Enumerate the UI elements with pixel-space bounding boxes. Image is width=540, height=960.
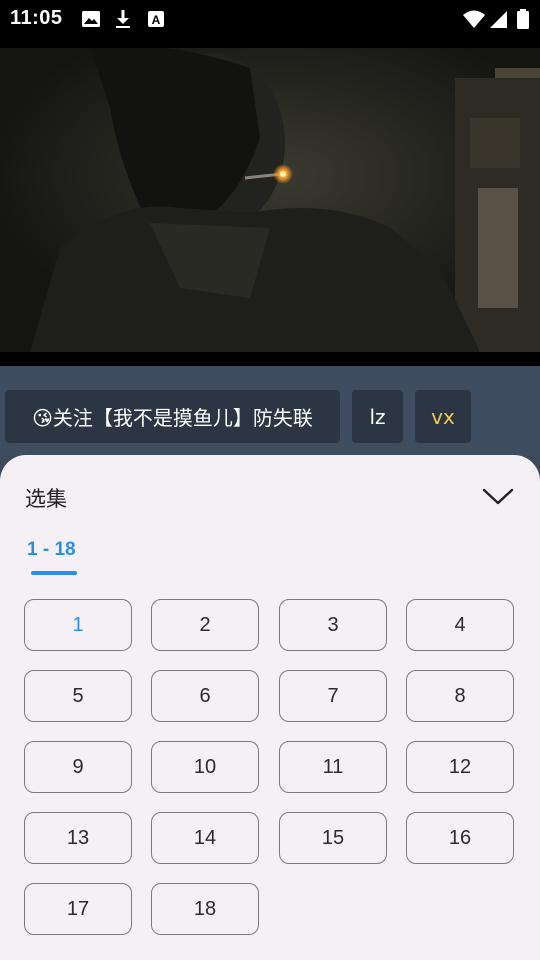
channel-chip-row: 😘关注【我不是摸鱼儿】防失联 lz vx [0,366,540,456]
download-icon [116,10,130,28]
video-player[interactable] [0,48,540,352]
status-time: 11:05 [10,7,63,29]
wifi-icon [463,10,485,28]
follow-chip-label: 😘关注【我不是摸鱼儿】防失联 [32,406,313,430]
chevron-down-icon[interactable] [480,483,516,509]
episode-button[interactable]: 6 [151,670,259,722]
episode-button[interactable]: 18 [151,883,259,935]
vx-chip-label: vx [431,404,455,429]
episode-button[interactable]: 2 [151,599,259,651]
episode-button[interactable]: 1 [24,599,132,651]
vx-chip[interactable]: vx [415,390,471,443]
image-icon [82,11,100,27]
follow-chip[interactable]: 😘关注【我不是摸鱼儿】防失联 [5,390,340,443]
episode-button[interactable]: 14 [151,812,259,864]
video-frame-image [0,48,540,352]
episode-button[interactable]: 17 [24,883,132,935]
video-letterbox [0,352,540,366]
episode-sheet: 选集 1 - 18 1 2 3 4 5 6 7 8 9 10 11 12 13 14 15 16 17 18 [0,455,540,960]
episode-button[interactable]: 11 [279,741,387,793]
episode-button[interactable]: 13 [24,812,132,864]
lz-chip-label: lz [369,404,386,429]
tab-indicator [31,571,77,575]
tab-range-1-18[interactable]: 1 - 18 [27,539,76,561]
episode-button[interactable]: 10 [151,741,259,793]
signal-icon [490,11,507,28]
episode-button[interactable]: 12 [406,741,514,793]
episode-button[interactable]: 3 [279,599,387,651]
episode-button[interactable]: 15 [279,812,387,864]
svg-text:A: A [152,13,161,27]
a-font-icon: A [148,11,164,27]
battery-icon [517,9,529,29]
episode-button[interactable]: 7 [279,670,387,722]
episode-button[interactable]: 5 [24,670,132,722]
episode-button[interactable]: 16 [406,812,514,864]
lz-chip[interactable]: lz [352,390,403,443]
episode-button[interactable]: 8 [406,670,514,722]
status-bar: 11:05 A [0,0,540,48]
episode-button[interactable]: 9 [24,741,132,793]
sheet-title: 选集 [25,487,67,511]
episode-button[interactable]: 4 [406,599,514,651]
